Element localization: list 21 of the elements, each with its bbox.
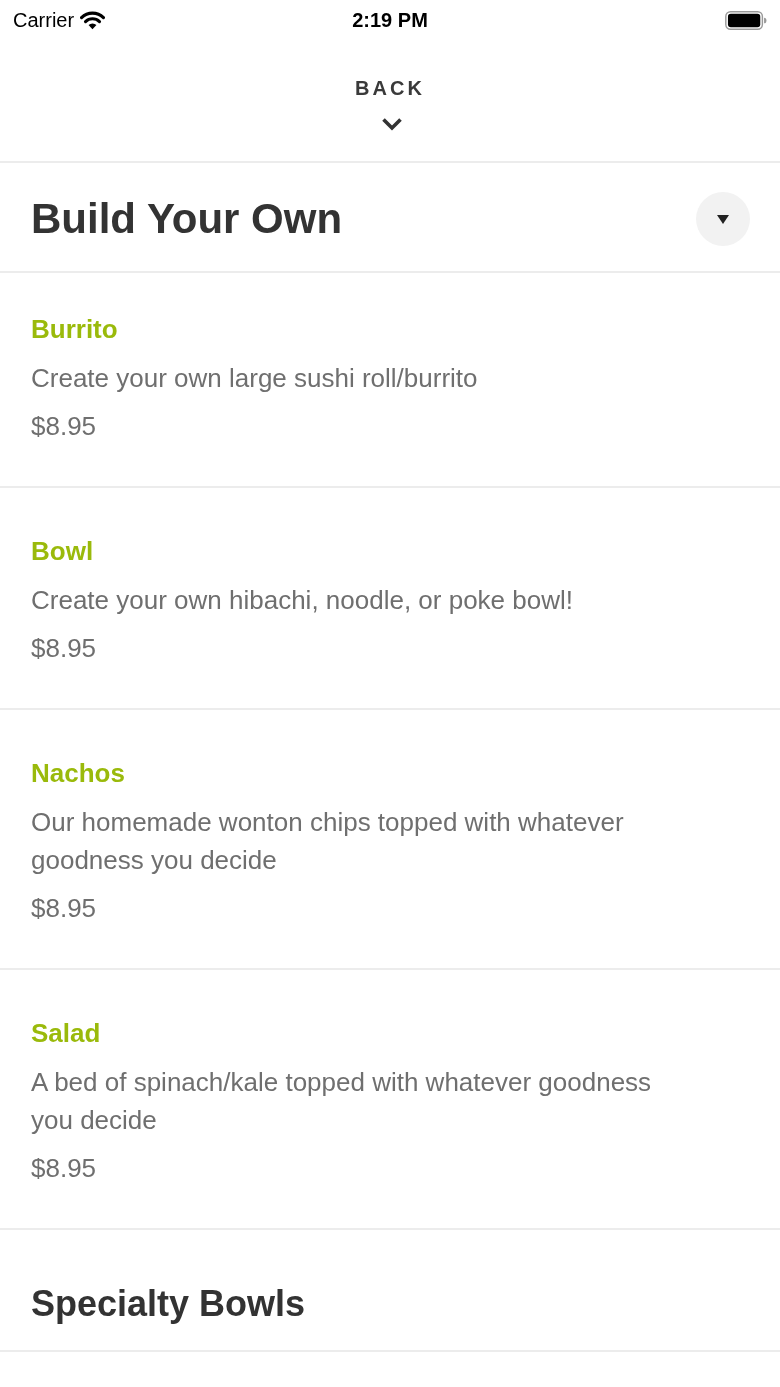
item-price: $8.95	[31, 892, 98, 925]
item-description: Create your own large sushi roll/burrito	[31, 362, 479, 395]
caret-down-icon	[717, 214, 729, 224]
carrier-label: Carrier	[13, 8, 75, 32]
wifi-icon	[80, 10, 106, 30]
battery-icon	[725, 10, 767, 30]
item-price: $8.95	[31, 632, 98, 665]
item-price: $8.95	[31, 410, 98, 443]
item-description: Create your own hibachi, noodle, or poke bowl!	[31, 584, 574, 617]
item-name: Burrito	[31, 313, 119, 346]
item-price: $8.95	[31, 1152, 98, 1185]
item-description: Our homemade wonton chips topped with whatever goodness you decide	[31, 806, 625, 877]
back-button[interactable]: BACK	[355, 76, 425, 131]
item-name: Salad	[31, 1017, 102, 1050]
clock-time: 2:19 PM	[352, 8, 428, 32]
item-name: Nachos	[31, 757, 126, 790]
section-title: Specialty Bowls	[31, 1282, 307, 1326]
item-description: A bed of spinach/kale topped with whatever goodness you decide	[31, 1066, 653, 1137]
item-name: Bowl	[31, 535, 95, 568]
chevron-down-icon	[380, 117, 403, 131]
section-title: Build Your Own	[31, 194, 343, 244]
